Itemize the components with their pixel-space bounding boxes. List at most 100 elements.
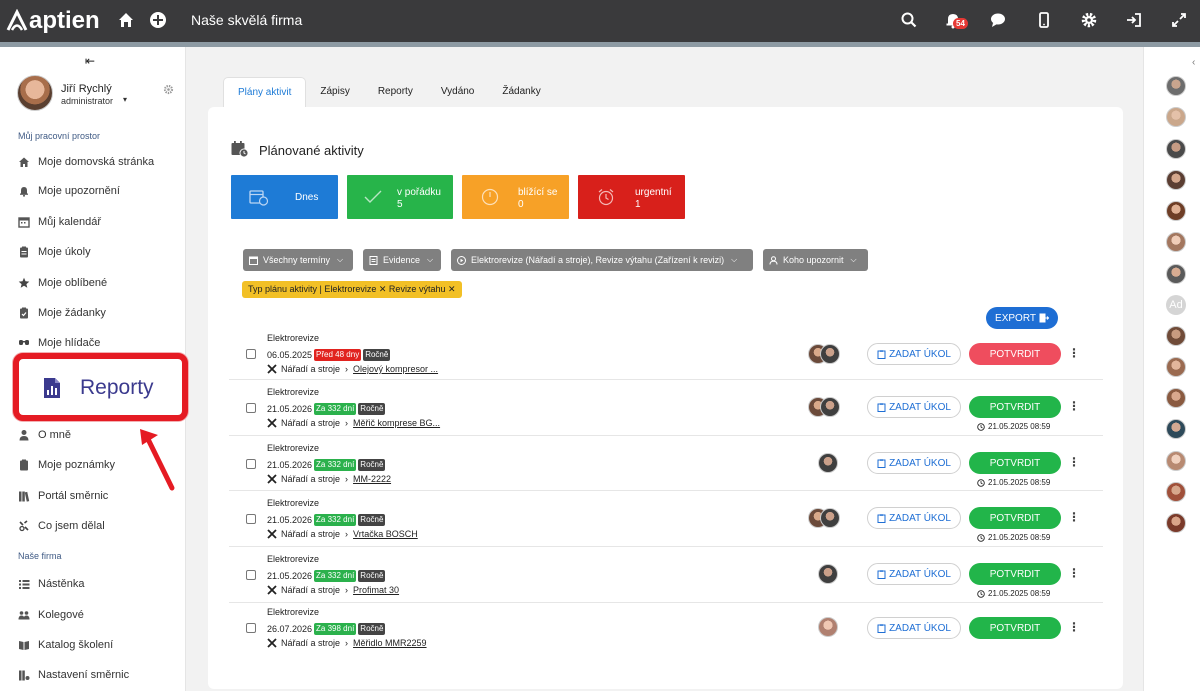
item-link[interactable]: Měřidlo MMR2259 (353, 638, 427, 648)
table-row[interactable]: Elektrorevize 21.05.2026 Za 332 dní Ročn… (229, 491, 1103, 547)
assign-task-button[interactable]: ZADAT ÚKOL (867, 617, 961, 639)
avatar[interactable] (1166, 513, 1186, 533)
more-options-icon[interactable]: ⋮ (1068, 346, 1080, 360)
more-options-icon[interactable]: ⋮ (1068, 510, 1080, 524)
avatar[interactable] (1166, 326, 1186, 346)
avatar[interactable] (818, 564, 838, 584)
assign-task-button[interactable]: ZADAT ÚKOL (867, 343, 961, 365)
search-icon[interactable] (900, 11, 918, 29)
avatar[interactable] (820, 508, 840, 528)
user-avatar[interactable] (17, 75, 53, 111)
assign-task-button[interactable]: ZADAT ÚKOL (867, 563, 961, 585)
filter-notify-whom[interactable]: Koho upozornit ⌵ (763, 249, 868, 271)
chevron-left-icon[interactable]: ‹ (1192, 57, 1195, 68)
sidebar-item-notifications[interactable]: Moje upozornění (18, 183, 120, 199)
avatar[interactable] (818, 617, 838, 637)
row-checkbox[interactable] (246, 403, 256, 413)
item-link[interactable]: Olejový kompresor ... (353, 364, 438, 374)
tab-activity-plans[interactable]: Plány aktivit (223, 77, 307, 107)
sidebar-item-calendar[interactable]: Můj kalendář (18, 214, 101, 230)
row-checkbox[interactable] (246, 514, 256, 524)
filter-evidence[interactable]: Evidence ⌵ (363, 249, 441, 271)
confirm-button[interactable]: POTVRDIT (969, 563, 1061, 585)
confirm-button[interactable]: POTVRDIT (969, 507, 1061, 529)
active-filter-chip[interactable]: Typ plánu aktivity | Elektrorevize ✕ Rev… (242, 281, 462, 298)
sidebar-item-colleagues[interactable]: Kolegové (18, 607, 84, 623)
tile-upcoming[interactable]: blížící se 0 (462, 175, 569, 219)
avatar[interactable] (1166, 232, 1186, 252)
table-row[interactable]: Elektrorevize 06.05.2025 Před 48 dny Roč… (229, 329, 1103, 380)
sidebar-item-home[interactable]: Moje domovská stránka (18, 154, 154, 170)
gear-icon[interactable] (1080, 11, 1098, 29)
user-role[interactable]: administrator (61, 96, 113, 106)
company-name[interactable]: Naše skvělá firma (191, 12, 302, 28)
reports-highlight-label[interactable]: Reporty (80, 376, 154, 400)
avatar[interactable] (1166, 201, 1186, 221)
assign-task-button[interactable]: ZADAT ÚKOL (867, 507, 961, 529)
table-row[interactable]: Elektrorevize 21.05.2026 Za 332 dní Ročn… (229, 380, 1103, 436)
confirm-button[interactable]: POTVRDIT (969, 452, 1061, 474)
sidebar-item-board[interactable]: Nástěnka (18, 576, 84, 592)
row-checkbox[interactable] (246, 623, 256, 633)
sidebar-item-policy-settings[interactable]: Nastavení směrnic (18, 667, 129, 683)
avatar[interactable] (1166, 264, 1186, 284)
tab-issued[interactable]: Vydáno (427, 77, 489, 107)
avatar[interactable] (1166, 139, 1186, 159)
avatar[interactable] (820, 397, 840, 417)
sidebar-item-history[interactable]: Co jsem dělal (18, 518, 105, 534)
more-options-icon[interactable]: ⋮ (1068, 620, 1080, 634)
assign-task-button[interactable]: ZADAT ÚKOL (867, 452, 961, 474)
sidebar-item-about-me[interactable]: O mně (18, 427, 71, 443)
confirm-button[interactable]: POTVRDIT (969, 396, 1061, 418)
avatar[interactable] (1166, 170, 1186, 190)
sidebar-item-tasks[interactable]: Moje úkoly (18, 244, 91, 260)
item-link[interactable]: Měřič komprese BG... (353, 418, 440, 428)
chevron-down-icon[interactable]: ▾ (123, 95, 127, 104)
home-icon[interactable] (117, 11, 135, 29)
mobile-icon[interactable] (1035, 11, 1053, 29)
more-options-icon[interactable]: ⋮ (1068, 399, 1080, 413)
avatar[interactable] (1166, 357, 1186, 377)
sidebar-item-favorites[interactable]: Moje oblíbené (18, 275, 107, 291)
tile-urgent[interactable]: urgentní 1 (578, 175, 685, 219)
table-row[interactable]: Elektrorevize 21.05.2026 Za 332 dní Ročn… (229, 436, 1103, 491)
avatar[interactable] (1166, 419, 1186, 439)
avatar[interactable] (818, 453, 838, 473)
avatar[interactable] (1166, 76, 1186, 96)
avatar[interactable] (1166, 451, 1186, 471)
sidebar-item-training-catalog[interactable]: Katalog školení (18, 637, 113, 653)
item-link[interactable]: Vrtačka BOSCH (353, 529, 418, 539)
user-settings-icon[interactable] (163, 84, 174, 95)
item-link[interactable]: Profimat 30 (353, 585, 399, 595)
fullscreen-icon[interactable] (1170, 11, 1188, 29)
row-checkbox[interactable] (246, 349, 256, 359)
table-row[interactable]: Elektrorevize 26.07.2026 Za 398 dní Ročn… (229, 603, 1103, 653)
row-checkbox[interactable] (246, 570, 256, 580)
tab-reports[interactable]: Reporty (364, 77, 427, 107)
avatar-initials[interactable]: Ad (1166, 295, 1186, 315)
row-checkbox[interactable] (246, 459, 256, 469)
logout-icon[interactable] (1125, 11, 1143, 29)
tab-records[interactable]: Zápisy (306, 77, 363, 107)
more-options-icon[interactable]: ⋮ (1068, 566, 1080, 580)
tile-today[interactable]: Dnes (231, 175, 338, 219)
avatar[interactable] (1166, 388, 1186, 408)
confirm-button[interactable]: POTVRDIT (969, 617, 1061, 639)
assign-task-button[interactable]: ZADAT ÚKOL (867, 396, 961, 418)
avatar[interactable] (820, 344, 840, 364)
sidebar-item-policy-portal[interactable]: Portál směrnic (18, 488, 108, 504)
collapse-sidebar-icon[interactable]: ⇤ (85, 54, 95, 68)
filter-plan-type[interactable]: Elektrorevize (Nářadí a stroje), Revize … (451, 249, 753, 271)
app-logo[interactable]: aptien (6, 7, 100, 35)
tile-ok[interactable]: v pořádku 5 (347, 175, 453, 219)
chat-icon[interactable] (989, 11, 1007, 29)
user-name[interactable]: Jiří Rychlý (61, 83, 112, 95)
tab-requests[interactable]: Žádanky (488, 77, 554, 107)
avatar[interactable] (1166, 107, 1186, 127)
sidebar-item-watchers[interactable]: Moje hlídače (18, 335, 100, 351)
more-options-icon[interactable]: ⋮ (1068, 455, 1080, 469)
filter-terms[interactable]: Všechny termíny ⌵ (243, 249, 353, 271)
export-button[interactable]: EXPORT (986, 307, 1058, 329)
table-row[interactable]: Elektrorevize 21.05.2026 Za 332 dní Ročn… (229, 547, 1103, 603)
add-icon[interactable] (149, 11, 167, 29)
